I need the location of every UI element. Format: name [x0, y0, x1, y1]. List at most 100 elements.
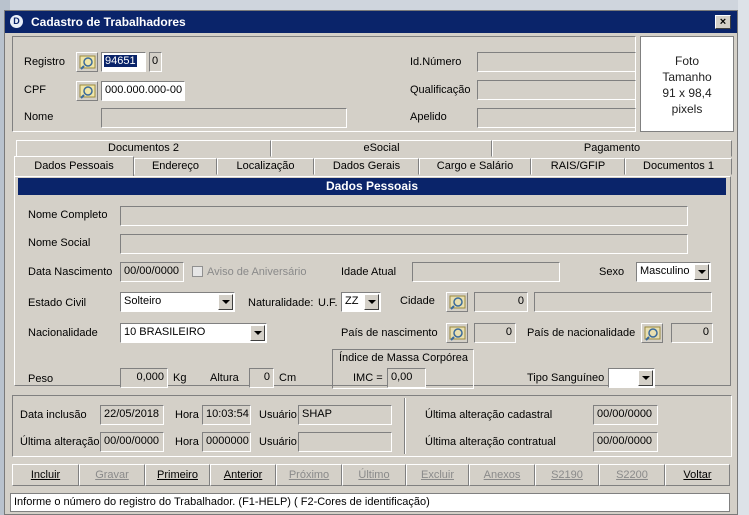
altura-unit: Cm	[279, 372, 297, 384]
data-inclusao-label: Data inclusão	[20, 409, 87, 421]
ultimo-button[interactable]: Último	[342, 464, 406, 486]
tab-dados-pessoais[interactable]: Dados Pessoais	[14, 156, 134, 177]
s2200-button[interactable]: S2200	[599, 464, 665, 486]
nome-social-input[interactable]	[120, 234, 688, 254]
idade-atual-label: Idade Atual	[341, 266, 397, 278]
incluir-button[interactable]: Incluir	[12, 464, 79, 486]
tab-documentos-2[interactable]: Documentos 2	[16, 140, 271, 157]
registro-input[interactable]: 94651	[101, 52, 146, 72]
tipo-sanguineo-label: Tipo Sanguíneo	[527, 372, 605, 384]
hora-alteracao-value: 0000000	[202, 432, 251, 452]
ult-alt-contratual-label: Última alteração contratual	[425, 436, 556, 448]
hora-alteracao-label: Hora	[175, 436, 199, 448]
imc-label: IMC =	[353, 372, 383, 384]
chevron-down-icon[interactable]	[364, 294, 379, 310]
tab-pagamento[interactable]: Pagamento	[492, 140, 732, 157]
aviso-aniversario-checkbox[interactable]	[192, 266, 203, 277]
app-icon: D	[10, 15, 23, 28]
desktop-background-right	[738, 0, 749, 515]
ultima-alteracao-label: Última alteração	[20, 436, 100, 448]
apelido-input[interactable]	[477, 108, 636, 128]
window-title: Cadastro de Trabalhadores	[31, 15, 186, 29]
search-icon	[79, 84, 96, 99]
close-button[interactable]: ×	[715, 15, 731, 29]
tab-cargo-salario[interactable]: Cargo e Salário	[419, 158, 531, 175]
data-nascimento-label: Data Nascimento	[28, 266, 113, 278]
tab-documentos-1[interactable]: Documentos 1	[625, 158, 732, 175]
search-pais-nascimento-button[interactable]	[446, 323, 468, 343]
hora-inclusao-value: 10:03:54	[202, 405, 251, 425]
registro-digit: 0	[149, 52, 162, 72]
ultima-alteracao-value: 00/00/0000	[100, 432, 164, 452]
apelido-label: Apelido	[410, 111, 447, 123]
qualificacao-input[interactable]	[477, 80, 636, 100]
tab-esocial[interactable]: eSocial	[271, 140, 492, 157]
nome-input[interactable]	[101, 108, 347, 128]
estado-civil-value: Solteiro	[124, 295, 162, 307]
search-registro-button[interactable]	[76, 52, 98, 72]
usuario-alteracao-label: Usuário	[259, 436, 297, 448]
qualificacao-label: Qualificação	[410, 84, 471, 96]
search-icon	[644, 326, 661, 341]
search-cpf-button[interactable]	[76, 81, 98, 101]
sexo-label: Sexo	[599, 266, 625, 278]
chevron-down-icon[interactable]	[694, 264, 709, 280]
cpf-input[interactable]: 000.000.000-00	[101, 81, 185, 101]
id-numero-input[interactable]	[477, 52, 636, 72]
excluir-button[interactable]: Excluir	[406, 464, 469, 486]
nome-completo-input[interactable]	[120, 206, 688, 226]
uf-label: U.F.	[318, 297, 338, 309]
peso-input[interactable]: 0,000	[120, 368, 168, 388]
altura-label: Altura	[210, 372, 239, 384]
idade-atual-input	[412, 262, 560, 282]
photo-line-2: Tamanho	[662, 70, 712, 84]
imc-value: 0,00	[387, 368, 426, 388]
uf-value: ZZ	[345, 295, 359, 307]
usuario-alteracao-value	[298, 432, 392, 452]
tab-localizacao[interactable]: Localização	[217, 158, 314, 175]
pais-nascimento-label: País de nascimento	[341, 327, 438, 339]
photo-line-1: Foto	[674, 54, 699, 68]
s2190-button[interactable]: S2190	[535, 464, 599, 486]
chevron-down-icon[interactable]	[218, 294, 233, 310]
registro-value: 94651	[104, 55, 137, 67]
id-numero-label: Id.Número	[410, 56, 462, 68]
gravar-button[interactable]: Gravar	[79, 464, 145, 486]
nacionalidade-select[interactable]: 10 BRASILEIRO	[120, 323, 267, 343]
primeiro-button[interactable]: Primeiro	[145, 464, 210, 486]
search-pais-nacionalidade-button[interactable]	[641, 323, 663, 343]
sexo-select[interactable]: Masculino	[636, 262, 711, 282]
altura-input[interactable]: 0	[249, 368, 274, 388]
aviso-aniversario-label: Aviso de Aniversário	[207, 266, 307, 278]
proximo-button[interactable]: Próximo	[276, 464, 342, 486]
anexos-button[interactable]: Anexos	[469, 464, 535, 486]
estado-civil-select[interactable]: Solteiro	[120, 292, 235, 312]
tab-rais-gfip[interactable]: RAIS/GFIP	[531, 158, 625, 175]
search-cidade-button[interactable]	[446, 292, 468, 312]
estado-civil-label: Estado Civil	[28, 297, 87, 309]
photo-placeholder[interactable]: Foto Tamanho 91 x 98,4 pixels	[640, 36, 734, 132]
pais-nacionalidade-label: País de nacionalidade	[527, 327, 636, 339]
chevron-down-icon[interactable]	[250, 325, 265, 341]
chevron-down-icon[interactable]	[638, 370, 653, 386]
ult-alt-cadastral-label: Última alteração cadastral	[425, 409, 553, 421]
naturalidade-label: Naturalidade:	[248, 297, 314, 309]
tab-endereco[interactable]: Endereço	[134, 158, 217, 175]
data-inclusao-value: 22/05/2018	[100, 405, 164, 425]
nome-completo-label: Nome Completo	[28, 209, 108, 221]
section-title: Dados Pessoais	[18, 178, 726, 195]
imc-title: Índice de Massa Corpórea	[339, 352, 469, 364]
title-bar[interactable]: D Cadastro de Trabalhadores ×	[5, 11, 737, 33]
nome-social-label: Nome Social	[28, 237, 91, 249]
pais-nascimento-value: 0	[474, 323, 516, 343]
anterior-button[interactable]: Anterior	[210, 464, 276, 486]
nacionalidade-label: Nacionalidade	[28, 327, 98, 339]
uf-select[interactable]: ZZ	[341, 292, 381, 312]
tab-dados-gerais[interactable]: Dados Gerais	[314, 158, 419, 175]
registro-label: Registro	[24, 56, 65, 68]
voltar-button[interactable]: Voltar	[665, 464, 730, 486]
data-nascimento-input[interactable]: 00/00/0000	[120, 262, 184, 282]
tipo-sanguineo-select[interactable]	[608, 368, 655, 388]
cidade-label: Cidade	[400, 295, 435, 307]
cpf-label: CPF	[24, 84, 46, 96]
